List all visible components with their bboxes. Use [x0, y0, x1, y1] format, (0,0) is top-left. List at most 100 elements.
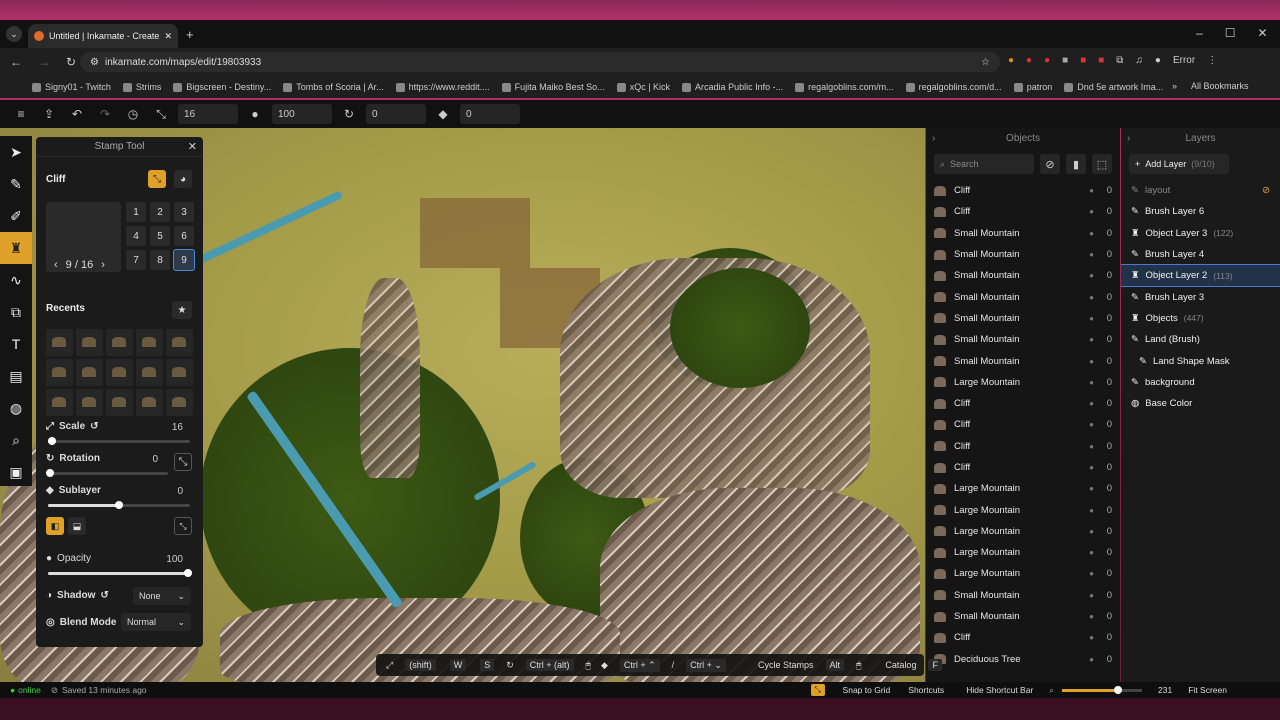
layer-item[interactable]: ♜ Object Layer 2 (113) — [1121, 264, 1280, 288]
stamp-category[interactable]: Cliff — [46, 174, 65, 185]
error-badge[interactable]: Error — [1173, 55, 1195, 66]
random-flip-icon[interactable]: ⤡ — [174, 517, 192, 535]
all-bookmarks[interactable]: All Bookmarks — [1191, 81, 1249, 91]
object-list-item[interactable]: Cliff ● 0 — [926, 457, 1120, 478]
visibility-dot-icon[interactable]: ● — [1089, 463, 1094, 472]
object-list-item[interactable]: Small Mountain ● 0 — [926, 585, 1120, 606]
variant-button[interactable]: 6 — [174, 226, 194, 246]
history-icon[interactable]: ◷ — [122, 107, 144, 121]
recent-stamp-thumbnail[interactable] — [106, 389, 133, 416]
bookmark-item[interactable]: regalgoblins.com/m... — [795, 82, 894, 92]
layer-item[interactable]: ✎ Brush Layer 6 — [1121, 201, 1280, 222]
sublayer-value[interactable]: 0 — [177, 486, 183, 497]
variant-button[interactable]: 1 — [126, 202, 146, 222]
window-close-icon[interactable]: ✕ — [1257, 26, 1267, 40]
bookmark-item[interactable]: Arcadia Public Info -... — [682, 82, 783, 92]
snap-toggle-icon[interactable]: ⤡ — [810, 684, 825, 696]
extension-icon[interactable]: ■ — [1080, 55, 1086, 66]
flip-vertical-icon[interactable]: ⬓ — [68, 517, 86, 535]
save-icon[interactable]: ▣ — [0, 456, 32, 488]
object-list-item[interactable]: Cliff ● 0 — [926, 201, 1120, 222]
bookmark-item[interactable]: xQc | Kick — [616, 82, 670, 92]
object-list-item[interactable]: Large Mountain ● 0 — [926, 478, 1120, 499]
visibility-dot-icon[interactable]: ● — [1089, 548, 1094, 557]
extension-icon[interactable]: ■ — [1062, 55, 1068, 66]
variant-button[interactable]: 5 — [150, 226, 170, 246]
recent-stamp-thumbnail[interactable] — [106, 359, 133, 386]
redo-icon[interactable]: ↷ — [94, 107, 116, 121]
shadow-select[interactable]: None ⌄ — [133, 587, 191, 605]
objects-search-input[interactable]: ⌕ Search — [934, 154, 1034, 174]
collapse-icon[interactable]: › — [1127, 133, 1130, 144]
browser-tab[interactable]: Untitled | Inkarnate - Create Fa ✕ — [28, 24, 178, 48]
bookmark-star-icon[interactable]: ☆ — [981, 57, 990, 68]
extension-icon[interactable]: ● — [1026, 55, 1032, 66]
visibility-dot-icon[interactable]: ● — [1089, 207, 1094, 216]
flip-horizontal-icon[interactable]: ◧ — [46, 517, 64, 535]
zoom-value[interactable]: 231 — [1158, 685, 1172, 695]
favorites-star-icon[interactable]: ★ — [172, 301, 192, 319]
object-list-item[interactable]: Small Mountain ● 0 — [926, 329, 1120, 350]
recent-stamp-thumbnail[interactable] — [106, 329, 133, 356]
panel-close-icon[interactable]: ✕ — [188, 140, 197, 153]
visibility-dot-icon[interactable]: ● — [1089, 250, 1094, 259]
browser-menu-icon[interactable]: ⋮ — [1207, 55, 1217, 66]
visibility-dot-icon[interactable]: ● — [1089, 357, 1094, 366]
variant-button[interactable]: 3 — [174, 202, 194, 222]
stamp-tool-icon[interactable]: ♜ — [0, 232, 32, 264]
object-list-item[interactable]: Cliff ● 0 — [926, 414, 1120, 435]
paint-tool-icon[interactable]: ✐ — [0, 200, 32, 232]
layer-item[interactable]: ✎ Brush Layer 4 — [1121, 244, 1280, 265]
visibility-dot-icon[interactable]: ● — [1089, 506, 1094, 515]
bookmark-item[interactable]: Tombs of Scoria | Ar... — [283, 82, 384, 92]
variant-button[interactable]: 9 — [173, 249, 195, 271]
rotation-slider[interactable] — [46, 469, 168, 477]
recent-stamp-thumbnail[interactable] — [46, 359, 73, 386]
add-layer-button[interactable]: + Add Layer (9/10) — [1129, 154, 1229, 174]
reset-icon[interactable]: ↺ — [90, 421, 98, 432]
layer-item[interactable]: ✎ Land Shape Mask — [1121, 350, 1280, 371]
bookmark-item[interactable]: patron — [1013, 82, 1052, 92]
hidden-eye-icon[interactable]: ⊘ — [1262, 185, 1270, 196]
site-info-icon[interactable]: ⚙ — [90, 57, 99, 68]
object-list-item[interactable]: Cliff ● 0 — [926, 436, 1120, 457]
bookmark-item[interactable]: https://www.reddit.... — [395, 82, 490, 92]
recent-stamp-thumbnail[interactable] — [166, 329, 193, 356]
lock-icon[interactable]: ▮ — [1066, 154, 1086, 174]
bookmarks-overflow-icon[interactable]: » — [1172, 81, 1177, 91]
object-list-item[interactable]: Small Mountain ● 0 — [926, 308, 1120, 329]
bookmark-item[interactable]: regalgoblins.com/d... — [905, 82, 1002, 92]
reset-icon[interactable]: ↺ — [100, 590, 108, 601]
bookmark-item[interactable]: Strims — [122, 82, 161, 92]
visibility-dot-icon[interactable]: ● — [1089, 271, 1094, 280]
toolbar-scale-field[interactable]: 16 — [178, 104, 238, 124]
palette-icon[interactable]: ◕ — [174, 170, 192, 188]
random-stamp-icon[interactable]: ⤡ — [148, 170, 166, 188]
zoom-tool-icon[interactable]: ⌕ — [0, 424, 32, 456]
layer-item[interactable]: ✎ layout ⊘ — [1121, 180, 1280, 201]
back-icon[interactable]: ← — [10, 55, 22, 69]
blend-mode-select[interactable]: Normal ⌄ — [121, 613, 191, 631]
snap-to-grid[interactable]: Snap to Grid — [843, 685, 891, 695]
prev-variant-icon[interactable]: ‹ — [54, 259, 58, 271]
extension-icon[interactable]: ● — [1008, 55, 1014, 66]
visibility-dot-icon[interactable]: ● — [1089, 655, 1094, 664]
variant-button[interactable]: 4 — [126, 226, 146, 246]
bookmark-item[interactable]: Signy01 - Twitch — [32, 82, 111, 92]
next-variant-icon[interactable]: › — [101, 259, 105, 271]
layer-item[interactable]: ♜ Objects (447) — [1121, 308, 1280, 329]
object-list-item[interactable]: Deciduous Tree ● 0 — [926, 649, 1120, 670]
object-list-item[interactable]: Small Mountain ● 0 — [926, 223, 1120, 244]
forward-icon[interactable]: → — [38, 55, 50, 69]
visibility-dot-icon[interactable]: ● — [1089, 186, 1094, 195]
object-list-item[interactable]: Small Mountain ● 0 — [926, 286, 1120, 307]
layer-item[interactable]: ✎ background — [1121, 372, 1280, 393]
toolbar-opacity-field[interactable]: 100 — [272, 104, 332, 124]
address-bar[interactable]: ⚙ inkarnate.com/maps/edit/19803933 ☆ — [80, 52, 1000, 72]
extensions-puzzle-icon[interactable]: ⧉ — [1116, 55, 1123, 66]
extension-icon[interactable]: ■ — [1098, 55, 1104, 66]
visibility-dot-icon[interactable]: ● — [1089, 399, 1094, 408]
brush-tool-icon[interactable]: ✎ — [0, 168, 32, 200]
object-list-item[interactable]: Large Mountain ● 0 — [926, 542, 1120, 563]
scale-value[interactable]: 16 — [172, 422, 183, 433]
